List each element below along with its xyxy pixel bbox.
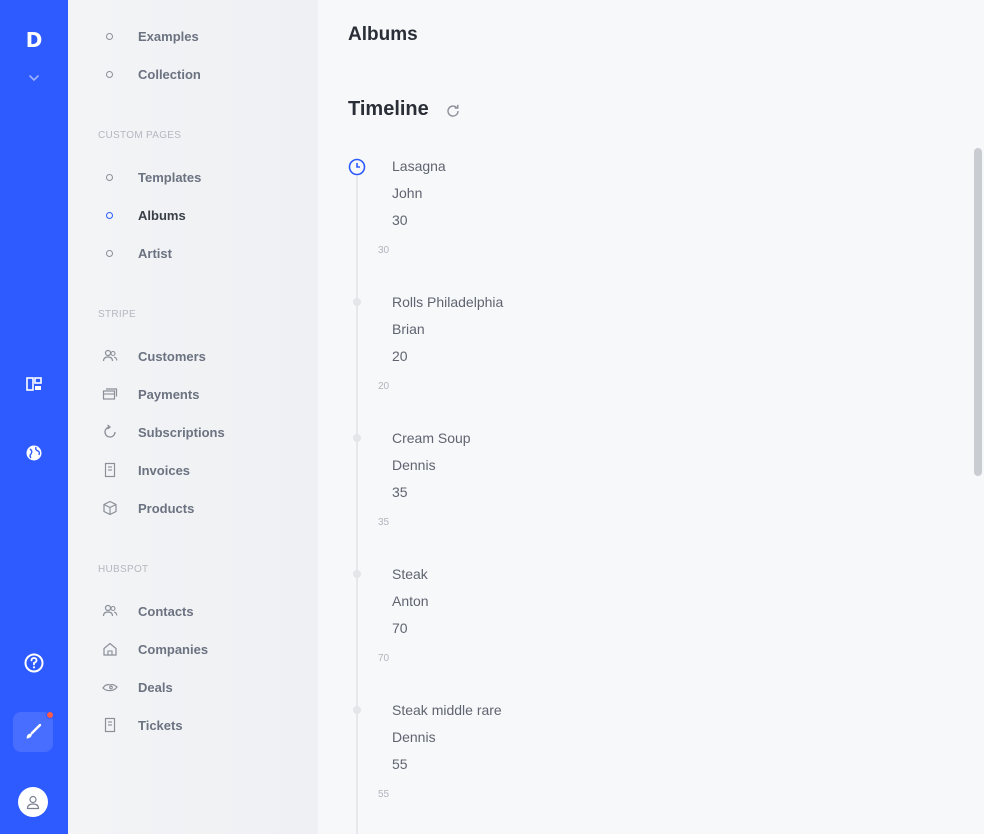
sidebar-item-label: Deals [138, 679, 173, 695]
entry-footnote: 70 [378, 653, 390, 664]
refresh-icon[interactable] [445, 103, 461, 119]
sidebar-item-label: Companies [138, 641, 209, 657]
help-icon[interactable] [22, 651, 46, 675]
entry-value: 35 [392, 484, 408, 500]
sidebar-item-deals[interactable]: Deals [68, 672, 318, 702]
entry-person: Dennis [392, 457, 436, 473]
sidebar-item-label: Subscriptions [138, 424, 225, 440]
box-icon [102, 500, 118, 516]
sidebar-item-invoices[interactable]: Invoices [68, 455, 318, 485]
users-icon [102, 603, 118, 619]
entry-value: 20 [392, 348, 408, 364]
document-icon [102, 462, 118, 478]
brush-icon [26, 723, 42, 739]
app-rail: D [0, 0, 68, 834]
entry-person: Brian [392, 321, 425, 337]
globe-icon[interactable] [22, 441, 46, 465]
sidebar-item-contacts[interactable]: Contacts [68, 596, 318, 626]
sidebar-item-label: Invoices [138, 462, 191, 478]
card-icon [102, 386, 118, 402]
entry-footnote: 20 [378, 381, 390, 392]
sidebar-item-label: Albums [138, 207, 186, 223]
sidebar-item-label: Artist [138, 245, 172, 261]
entry-name: Rolls Philadelphia [392, 294, 504, 310]
notification-dot [46, 711, 54, 719]
timeline-dot [353, 706, 361, 714]
chevron-down-icon[interactable] [26, 70, 42, 86]
sidebar-item-label: Tickets [138, 717, 183, 733]
section-title-stripe: STRIPE [98, 309, 136, 320]
timeline-dot [353, 434, 361, 442]
sidebar-item-collection[interactable]: Collection [68, 59, 318, 89]
sidebar-item-label: Templates [138, 169, 202, 185]
section-title-custom-pages: CUSTOM PAGES [98, 130, 182, 141]
entry-name: Steak [392, 566, 428, 582]
sidebar-item-products[interactable]: Products [68, 493, 318, 523]
bullet-icon [106, 249, 113, 257]
user-icon [26, 795, 40, 810]
bullet-icon [106, 173, 113, 181]
sidebar-item-label: Customers [138, 348, 206, 364]
bullet-icon [106, 211, 113, 219]
entry-value: 30 [392, 212, 408, 228]
sidebar-item-payments[interactable]: Payments [68, 379, 318, 409]
sidebar-item-companies[interactable]: Companies [68, 634, 318, 664]
sidebar-item-label: Examples [138, 28, 199, 44]
section-title-hubspot: HUBSPOT [98, 564, 149, 575]
users-icon [102, 348, 118, 364]
scrollbar-thumb[interactable] [974, 148, 982, 476]
sidebar-item-label: Products [138, 500, 195, 516]
sidebar-item-examples[interactable]: Examples [68, 21, 318, 51]
sidebar-item-templates[interactable]: Templates [68, 162, 318, 192]
theme-button[interactable] [13, 711, 54, 752]
sidebar-item-albums[interactable]: Albums [68, 200, 318, 230]
main-content: Albums Timeline Lasagna John 30 30 Rolls… [318, 0, 984, 834]
sidebar-item-artist[interactable]: Artist [68, 238, 318, 268]
clock-icon [348, 158, 366, 176]
sidebar-item-subscriptions[interactable]: Subscriptions [68, 417, 318, 447]
handshake-icon [102, 679, 118, 695]
timeline-title: Timeline [348, 98, 429, 120]
sidebar-item-customers[interactable]: Customers [68, 341, 318, 371]
timeline-dot [353, 570, 361, 578]
entry-footnote: 35 [378, 517, 390, 528]
entry-value: 55 [392, 756, 408, 772]
home-icon [102, 641, 118, 657]
bullet-icon [106, 32, 113, 40]
entry-name: Cream Soup [392, 430, 471, 446]
entry-person: John [392, 185, 423, 201]
entry-value: 70 [392, 620, 408, 636]
timeline-line [356, 174, 358, 834]
dashboard-icon[interactable] [22, 372, 46, 396]
document-icon [102, 717, 118, 733]
user-avatar[interactable] [18, 787, 48, 817]
page-title: Albums [348, 24, 418, 45]
app-logo[interactable]: D [0, 28, 68, 52]
sidebar-item-label: Payments [138, 386, 200, 402]
entry-person: Dennis [392, 729, 436, 745]
sidebar-item-label: Contacts [138, 603, 194, 619]
sidebar-item-tickets[interactable]: Tickets [68, 710, 318, 740]
entry-footnote: 30 [378, 245, 390, 256]
refresh-icon [102, 424, 118, 440]
entry-person: Anton [392, 593, 429, 609]
entry-name: Steak middle rare [392, 702, 502, 718]
sidebar-item-label: Collection [138, 66, 201, 82]
entry-footnote: 55 [378, 789, 390, 800]
bullet-icon [106, 70, 113, 78]
entry-name: Lasagna [392, 158, 446, 174]
sidebar: Examples Collection CUSTOM PAGES Templat… [68, 0, 318, 834]
timeline-dot [353, 298, 361, 306]
